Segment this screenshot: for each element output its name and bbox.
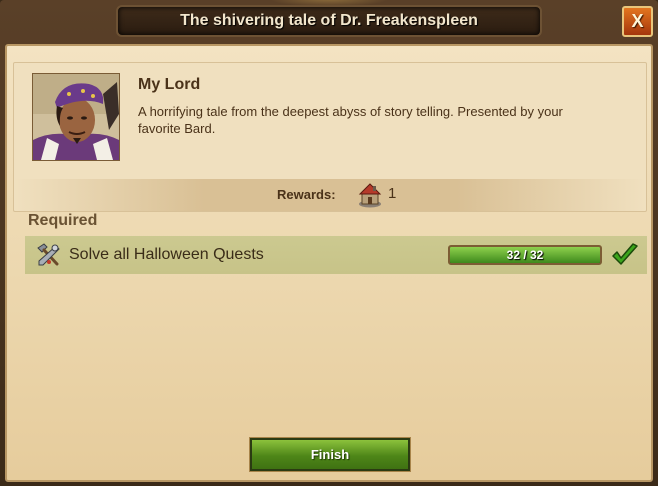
content-panel: My Lord A horrifying tale from the deepe… bbox=[5, 44, 653, 482]
rewards-row: Rewards: 1 bbox=[14, 179, 646, 211]
close-icon: X bbox=[631, 11, 644, 31]
bard-portrait-icon bbox=[32, 73, 120, 161]
quest-description: A horrifying tale from the deepest abyss… bbox=[138, 104, 563, 136]
requirement-row: Solve all Halloween Quests 32 / 32 bbox=[25, 236, 647, 274]
checkmark-icon bbox=[611, 242, 639, 268]
dialog-title: The shivering tale of Dr. Freakenspleen bbox=[180, 12, 478, 29]
reward-amount: 1 bbox=[388, 185, 397, 202]
finish-button[interactable]: Finish bbox=[250, 438, 410, 471]
requirement-progress-bar: 32 / 32 bbox=[448, 245, 602, 265]
finish-label: Finish bbox=[310, 447, 350, 462]
dialog-title-bar: The shivering tale of Dr. Freakenspleen bbox=[116, 5, 542, 37]
quest-giver-name: My Lord bbox=[138, 76, 201, 93]
house-reward-icon bbox=[358, 182, 382, 208]
quest-info-box: My Lord A horrifying tale from the deepe… bbox=[13, 62, 647, 212]
quest-dialog: The shivering tale of Dr. Freakenspleen … bbox=[0, 0, 658, 486]
progress-text: 32 / 32 bbox=[506, 248, 544, 262]
rewards-label: Rewards: bbox=[277, 187, 336, 202]
close-button[interactable]: X bbox=[622, 6, 653, 37]
required-heading: Required bbox=[28, 212, 98, 229]
tools-icon bbox=[35, 242, 61, 268]
requirement-text: Solve all Halloween Quests bbox=[69, 246, 264, 263]
